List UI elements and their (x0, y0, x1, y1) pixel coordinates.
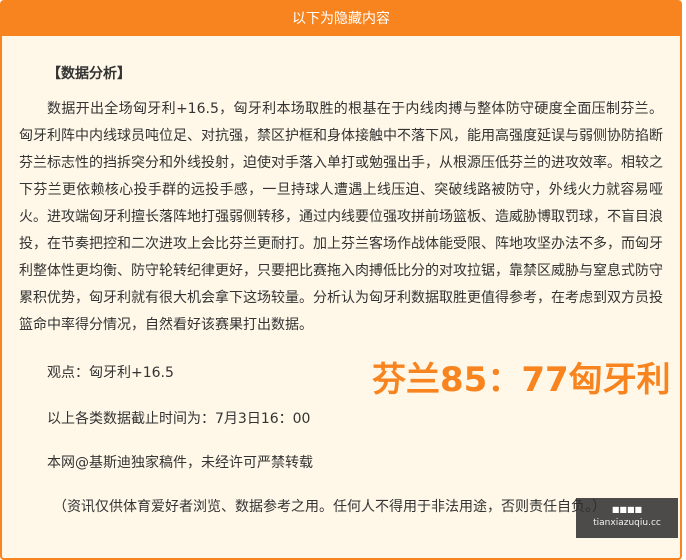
hidden-content-header: 以下为隐藏内容 (2, 2, 680, 36)
hidden-content-title: 以下为隐藏内容 (292, 11, 390, 27)
disclaimer-text: （资讯仅供体育爱好者浏览、数据参考之用。任何人不得用于非法用途，否则责任自负。） (53, 499, 606, 515)
copyright-notice: 本网@基斯迪独家稿件，未经许可严禁转载 (47, 455, 313, 471)
hidden-content-panel: 以下为隐藏内容 【数据分析】 数据开出全场匈牙利+16.5，匈牙利本场取胜的根基… (0, 0, 682, 560)
final-score-overlay: 芬兰85：77匈牙利 (372, 360, 671, 400)
analysis-paragraph: 数据开出全场匈牙利+16.5，匈牙利本场取胜的根基在于内线肉搏与整体防守硬度全面… (19, 101, 663, 333)
site-watermark: ■■■■ tianxiazuqiu.cc (576, 498, 678, 538)
data-cutoff-line: 以上各类数据截止时间为：7月3日16：00 (47, 411, 311, 427)
watermark-title: ■■■■ (611, 505, 643, 514)
section-heading: 【数据分析】 (47, 66, 131, 82)
watermark-url: tianxiazuqiu.cc (593, 518, 661, 528)
article-content: 【数据分析】 数据开出全场匈牙利+16.5，匈牙利本场取胜的根基在于内线肉搏与整… (19, 36, 663, 519)
